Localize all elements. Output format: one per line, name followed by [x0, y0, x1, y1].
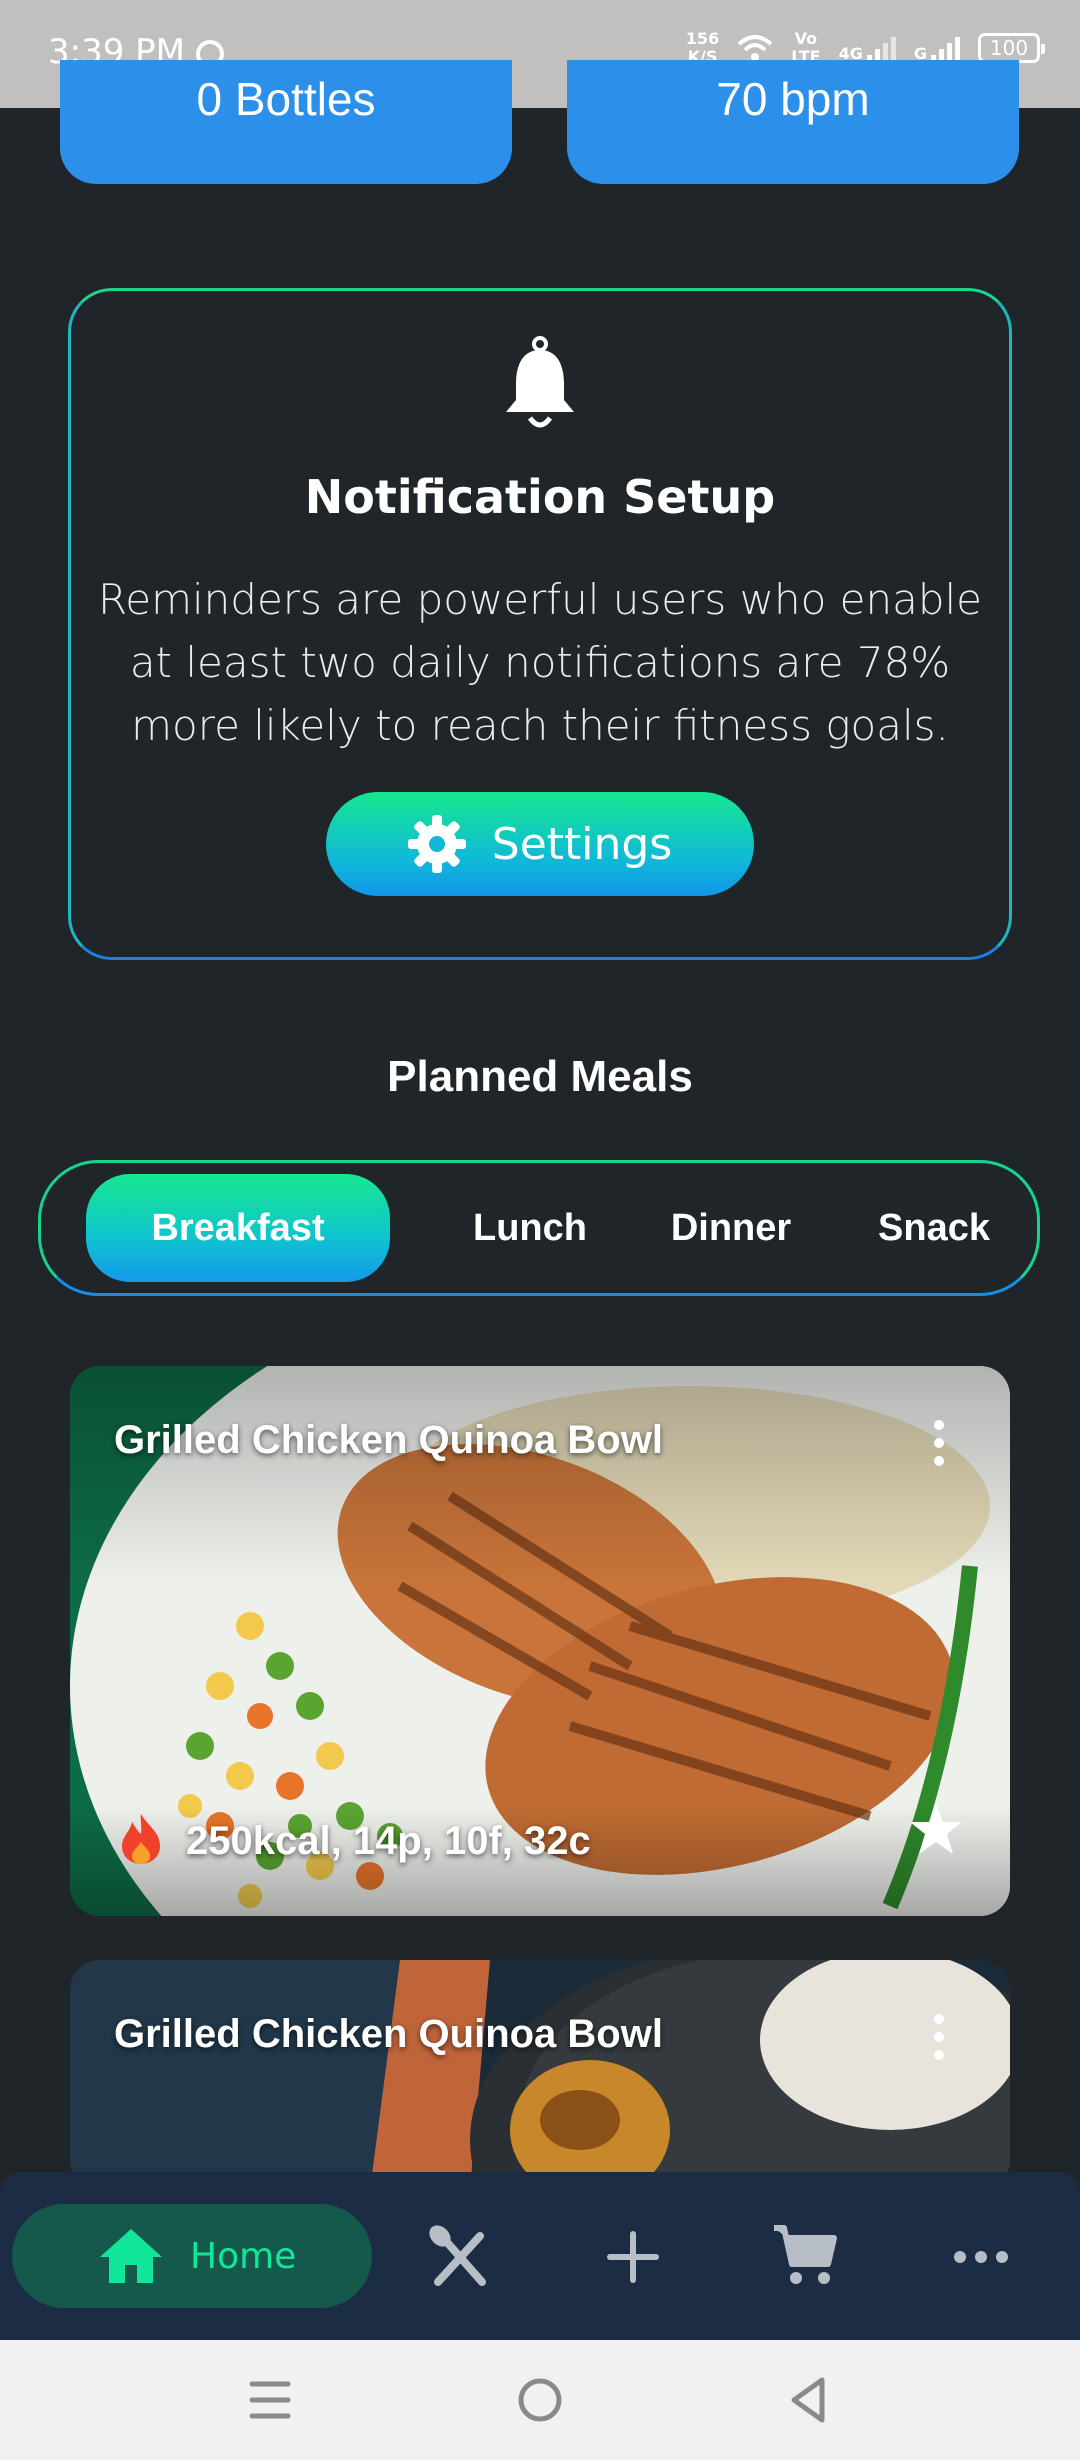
heart-rate-stat-card[interactable]: 70 bpm [567, 60, 1019, 184]
favorite-star-icon[interactable] [908, 1802, 964, 1856]
signal-bars-icon [866, 33, 896, 63]
home-icon [100, 2229, 162, 2283]
tab-dinner[interactable]: Dinner [650, 1174, 812, 1282]
plus-icon[interactable] [598, 2222, 668, 2292]
meal-title: Grilled Chicken Quinoa Bowl [114, 2012, 663, 2056]
bell-icon [506, 336, 574, 428]
nav-home-label: Home [190, 2235, 297, 2277]
home-circle-icon[interactable] [510, 2370, 570, 2430]
back-triangle-icon[interactable] [780, 2370, 840, 2430]
recents-menu-icon[interactable] [240, 2370, 300, 2430]
meal-card[interactable]: Grilled Chicken Quinoa Bowl 250kcal, 14p… [70, 1366, 1010, 1916]
heart-rate-stat-value: 70 bpm [716, 73, 870, 125]
tab-lunch[interactable]: Lunch [440, 1174, 620, 1282]
signal-2: G [914, 33, 960, 63]
water-stat-card[interactable]: 0 Bottles [60, 60, 512, 184]
nav-home[interactable]: Home [12, 2204, 372, 2308]
battery-indicator: 100 [978, 33, 1045, 63]
meal-menu-icon[interactable] [934, 1420, 946, 1474]
flame-icon [122, 1814, 160, 1864]
cart-icon[interactable] [770, 2222, 840, 2292]
notification-body: Reminders are powerful users who enable … [97, 575, 983, 750]
meal-menu-icon[interactable] [934, 2014, 946, 2068]
signal-bars-icon [931, 33, 960, 63]
tab-breakfast[interactable]: Breakfast [86, 1174, 390, 1282]
more-icon[interactable] [946, 2222, 1016, 2292]
utensils-icon[interactable] [424, 2222, 494, 2292]
meal-card[interactable]: Grilled Chicken Quinoa Bowl [70, 1960, 1010, 2190]
tab-snack[interactable]: Snack [848, 1174, 1020, 1282]
notification-title: Notification Setup [304, 470, 776, 524]
meal-image [70, 1960, 1010, 2190]
planned-meals-title: Planned Meals [387, 1052, 693, 1101]
water-stat-value: 0 Bottles [196, 73, 376, 125]
meal-macros: 250kcal, 14p, 10f, 32c [186, 1819, 591, 1863]
signal-1: 4G [839, 33, 896, 63]
settings-button-label: Settings [491, 818, 673, 870]
settings-button[interactable]: Settings [326, 792, 754, 896]
wifi-icon [737, 35, 773, 61]
gear-icon [407, 815, 466, 873]
meal-title: Grilled Chicken Quinoa Bowl [114, 1418, 663, 1462]
